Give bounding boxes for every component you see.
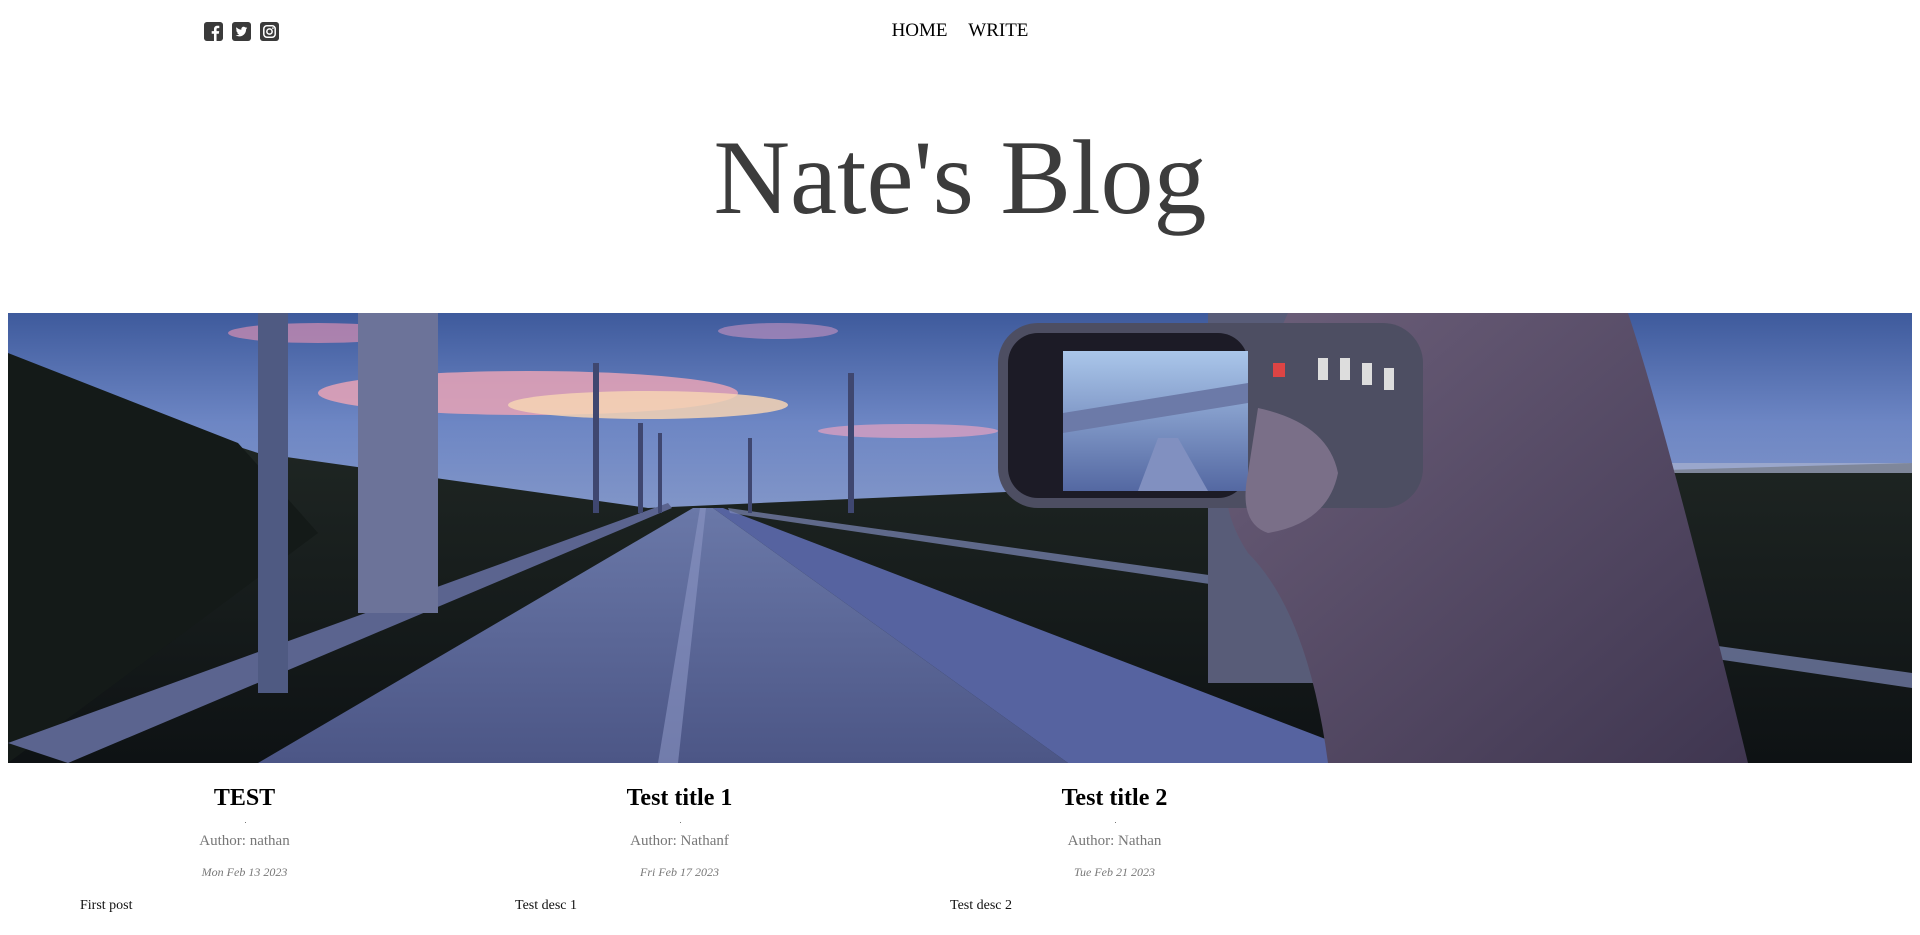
top-bar: HOME WRITE xyxy=(0,0,1920,66)
nav-home-link[interactable]: HOME xyxy=(892,20,948,42)
post-date: Fri Feb 17 2023 xyxy=(640,865,719,879)
post-author: Author: Nathanf xyxy=(630,833,729,849)
main-nav: HOME WRITE xyxy=(0,20,1920,42)
post-divider xyxy=(244,822,246,823)
post-divider xyxy=(679,822,681,823)
post-description: Test desc 2 xyxy=(950,898,1013,913)
post-author: Author: nathan xyxy=(199,833,290,849)
post-list: TEST Author: nathan Mon Feb 13 2023 Firs… xyxy=(0,763,1920,935)
post-date: Mon Feb 13 2023 xyxy=(201,865,288,879)
post-card[interactable]: TEST Author: nathan Mon Feb 13 2023 Firs… xyxy=(27,763,462,935)
post-title[interactable]: Test title 1 xyxy=(462,785,897,812)
post-title[interactable]: Test title 2 xyxy=(897,785,1332,812)
blog-title: Nate's Blog xyxy=(713,119,1207,236)
post-description: Test desc 1 xyxy=(515,898,578,913)
post-divider xyxy=(1114,822,1116,823)
post-author: Author: Nathan xyxy=(1067,833,1162,849)
banner-image xyxy=(8,313,1912,763)
post-date: Tue Feb 21 2023 xyxy=(1074,865,1155,879)
nav-write-link[interactable]: WRITE xyxy=(968,20,1028,42)
post-card[interactable]: Test title 1 Author: Nathanf Fri Feb 17 … xyxy=(462,763,897,935)
post-card[interactable]: Test title 2 Author: Nathan Tue Feb 21 2… xyxy=(897,763,1332,935)
post-description: First post xyxy=(80,898,133,913)
post-title[interactable]: TEST xyxy=(27,785,462,812)
